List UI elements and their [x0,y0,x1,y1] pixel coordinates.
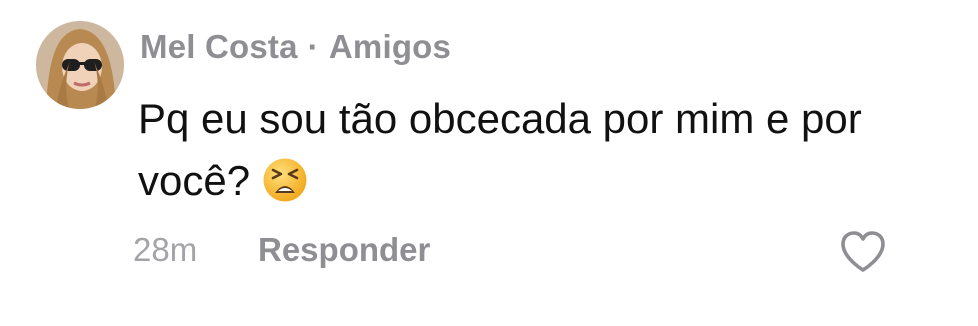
comment-item: Mel Costa · Amigos Pq eu sou tão obcecada … [0,0,978,326]
tired-face-emoji [263,158,307,202]
header-separator: · [307,28,319,65]
avatar[interactable] [36,21,124,109]
heart-outline-icon[interactable] [838,228,888,274]
comment-timestamp: 28m [133,231,198,268]
author-name[interactable]: Mel Costa [140,28,298,65]
relationship-label: Amigos [328,28,452,65]
comment-header: Mel Costa · Amigos [140,28,451,66]
avatar-photo [36,21,124,109]
comment-text-block: Pq eu sou tão obcecada por mim e por voc… [138,88,958,212]
comment-text: Pq eu sou tão obcecada por mim e por voc… [138,95,862,204]
reply-button[interactable]: Responder [258,231,430,269]
